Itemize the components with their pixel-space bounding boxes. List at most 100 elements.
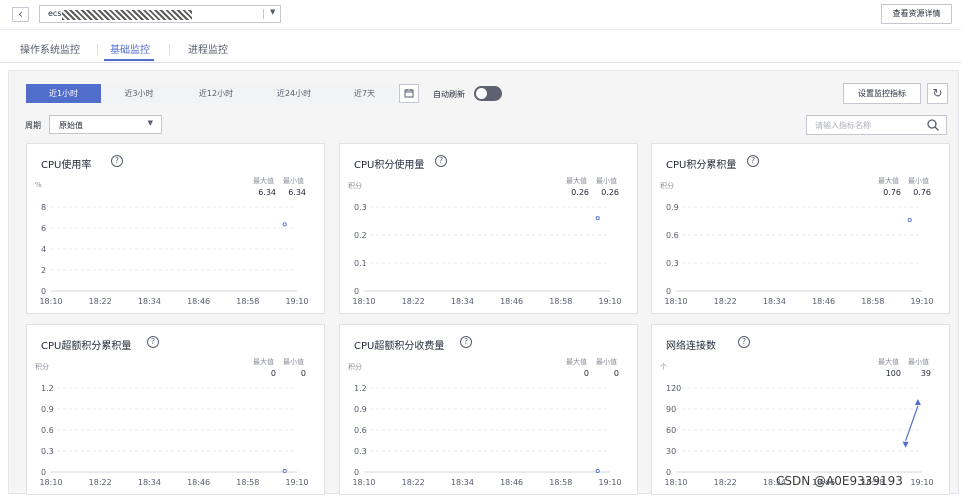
tab-process-monitor[interactable]: 进程监控 [188, 41, 228, 56]
x-tick-label: 18:46 [187, 478, 210, 487]
x-tick-label: 18:34 [451, 478, 474, 487]
set-monitor-metrics-button[interactable]: 设置监控指标 [843, 83, 921, 104]
x-tick-label: 18:10 [664, 297, 687, 306]
monitor-tabs: 操作系统监控 基础监控 进程监控 [0, 31, 961, 63]
range-1h-button[interactable]: 近1小时 [26, 84, 101, 103]
range-24h-button[interactable]: 近24小时 [255, 84, 333, 103]
chart-plot: 030609012018:10 18:22 18:34 18:46 18:58 19:10 [664, 384, 933, 487]
y-tick-label: 6 [41, 224, 46, 233]
x-tick-label: 18:34 [451, 297, 474, 306]
y-tick-label: 0.9 [666, 203, 679, 212]
caret-down-icon: ▼ [270, 8, 276, 16]
x-tick-label: 18:34 [763, 297, 786, 306]
x-tick-label: 18:22 [89, 478, 112, 487]
y-tick-label: 0 [354, 287, 359, 296]
x-tick-label: 18:34 [138, 478, 161, 487]
range-7d-button[interactable]: 近7天 [333, 84, 396, 103]
chart-card-cpu-usage: CPU使用率?% 最大值 最小值 6.34 6.34 0 2 4 6 8 18:10 18:22 18:… [26, 143, 325, 314]
x-tick-label: 18:46 [187, 297, 210, 306]
y-tick-label: 0.3 [41, 447, 54, 456]
y-tick-label: 60 [666, 426, 676, 435]
y-tick-label: 30 [666, 447, 676, 456]
tab-os-monitor[interactable]: 操作系统监控 [20, 41, 80, 56]
period-value: 原始值 [59, 121, 83, 130]
search-placeholder: 请输入指标名称 [815, 121, 871, 130]
x-tick-label: 18:46 [812, 297, 835, 306]
y-tick-label: 1.2 [41, 384, 54, 393]
x-tick-label: 18:58 [861, 297, 884, 306]
toggle-knob [476, 88, 487, 99]
y-tick-label: 90 [666, 405, 676, 414]
x-tick-label: 19:10 [598, 478, 621, 487]
calendar-icon [404, 89, 414, 98]
chevron-left-icon: ‹ [18, 7, 23, 21]
y-tick-label: 4 [41, 245, 46, 254]
y-tick-label: 1.2 [354, 384, 367, 393]
x-tick-label: 18:58 [549, 297, 572, 306]
x-tick-label: 18:10 [39, 478, 62, 487]
x-tick-label: 18:58 [549, 478, 572, 487]
y-tick-label: 0.3 [354, 203, 367, 212]
range-3h-button[interactable]: 近3小时 [101, 84, 177, 103]
chart-card-cpu-credit-balance: CPU积分累积量? 积分 最大值 最小值 0.76 0.76 0 0.3 0.6 0.9 18:10… [651, 143, 950, 314]
active-tab-indicator [104, 59, 154, 61]
resource-prefix: ecs [48, 9, 62, 18]
y-tick-label: 0 [41, 468, 46, 477]
data-point [907, 218, 912, 223]
x-tick-label: 19:10 [285, 297, 308, 306]
tab-divider [169, 44, 170, 55]
range-12h-button[interactable]: 近12小时 [177, 84, 255, 103]
x-tick-label: 18:22 [89, 297, 112, 306]
x-tick-label: 18:22 [714, 297, 737, 306]
x-tick-label: 18:10 [352, 297, 375, 306]
min-point-marker [902, 441, 909, 448]
y-tick-label: 0.6 [666, 231, 679, 240]
top-bar: ‹ ecs ▼ 查看资源详情 [0, 0, 961, 30]
y-tick-label: 0 [354, 468, 359, 477]
chart-plot: 0 0.3 0.6 0.9 18:10 18:22 18:34 18:46 18:58 19:10 [664, 203, 933, 306]
series-line [905, 405, 919, 441]
x-tick-label: 18:58 [236, 297, 259, 306]
x-tick-label: 18:34 [138, 297, 161, 306]
y-tick-label: 2 [41, 266, 46, 275]
chart-plot: 0 0.1 0.2 0.3 18:10 18:22 18:34 18:46 18:58 19:10 [352, 203, 621, 306]
y-tick-label: 0.2 [354, 231, 367, 240]
caret-down-icon: ▼ [147, 119, 153, 127]
search-icon[interactable] [926, 118, 940, 132]
chart-plot: 0 0.3 0.6 0.9 1.2 18:10 18:22 18:34 18:46 18:58 19… [352, 384, 621, 487]
x-tick-label: 18:58 [236, 478, 259, 487]
y-tick-label: 0.1 [354, 259, 367, 268]
tab-basic-monitor[interactable]: 基础监控 [110, 41, 150, 56]
x-tick-label: 18:10 [664, 478, 687, 487]
period-select[interactable]: 原始值 ▼ [49, 115, 162, 134]
y-tick-label: 0 [41, 287, 46, 296]
chart-card-network-connections: 网络连接数? 个最大值 最小值 100 39 0 30 60 90 120 18:10 18:22 18… [651, 324, 950, 495]
chart-card-cpu-surplus-credit-charged: CPU超额积分收费量? 积分 最大值 最小值 0 0 0 0.3 0.6 0.9 1.2 18:10 1… [339, 324, 638, 495]
data-point [282, 222, 287, 227]
x-tick-label: 19:10 [910, 297, 933, 306]
refresh-icon: ↻ [932, 86, 943, 100]
y-tick-label: 0 [666, 287, 671, 296]
max-point-marker [914, 399, 921, 405]
y-tick-label: 0.3 [354, 447, 367, 456]
x-tick-label: 18:10 [39, 297, 62, 306]
calendar-button[interactable] [399, 84, 419, 103]
y-tick-label: 0.6 [41, 426, 54, 435]
x-tick-label: 18:46 [500, 297, 523, 306]
chart-plot: 0 0.3 0.6 0.9 1.2 18:10 18:22 18:34 18:46 18:58 19… [39, 384, 308, 487]
metric-search-input[interactable]: 请输入指标名称 [806, 115, 947, 135]
data-point [595, 468, 600, 474]
back-button[interactable]: ‹ [12, 7, 29, 22]
resource-select[interactable]: ecs ▼ [39, 5, 281, 23]
refresh-button[interactable]: ↻ [927, 83, 948, 104]
view-resource-detail-button[interactable]: 查看资源详情 [881, 4, 952, 24]
x-tick-label: 18:10 [352, 478, 375, 487]
y-tick-label: 0.9 [41, 405, 54, 414]
x-tick-label: 19:10 [285, 478, 308, 487]
y-tick-label: 120 [666, 384, 681, 393]
data-point [282, 468, 287, 474]
x-tick-label: 18:22 [402, 297, 425, 306]
auto-refresh-toggle[interactable] [474, 86, 502, 101]
data-point [595, 216, 600, 221]
y-tick-label: 0.9 [354, 405, 367, 414]
